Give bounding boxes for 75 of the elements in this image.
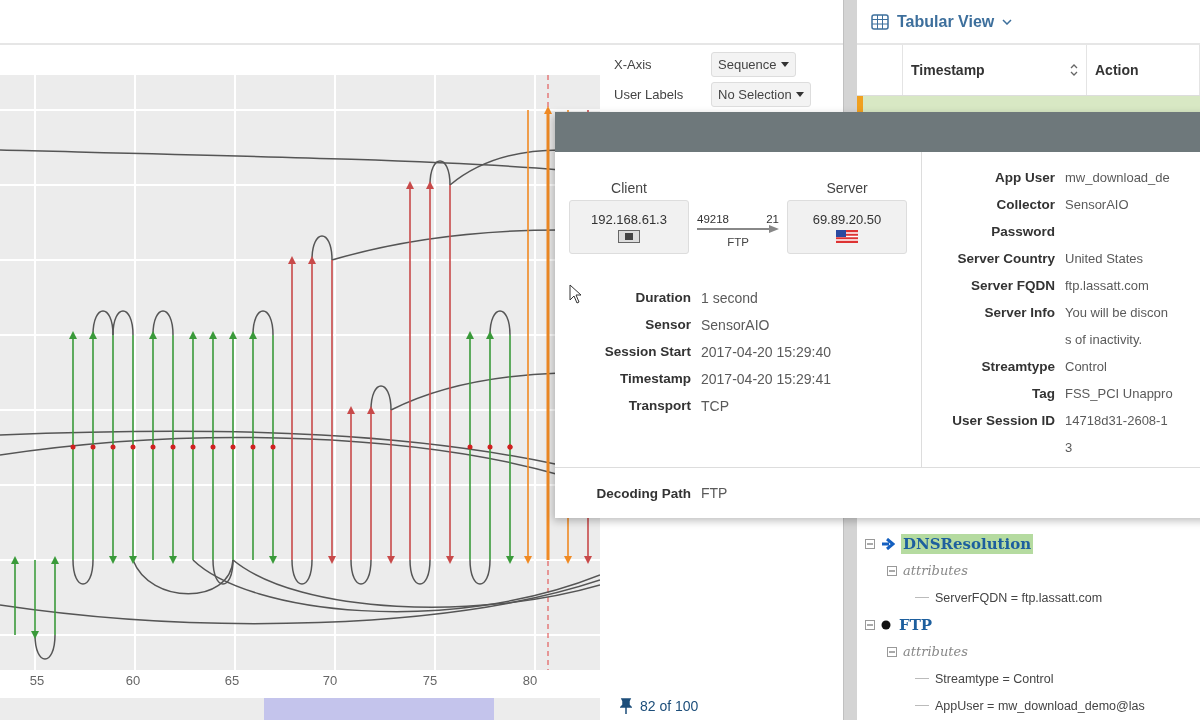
field-value: United States	[1065, 250, 1144, 268]
flag-icon	[836, 229, 858, 243]
field-label: Session Start	[603, 344, 692, 359]
field-label: Streamtype	[980, 358, 1056, 376]
control-label: X-Axis	[614, 56, 653, 72]
tree-node[interactable]: FTP	[897, 614, 935, 635]
tree-node[interactable]: DNSResolution	[901, 533, 1034, 554]
field-label: Server Country	[956, 250, 1056, 268]
field-label: Duration	[634, 290, 692, 305]
field-value: 2017-04-20 15:29:41	[701, 370, 831, 387]
field-value: ftp.lassatt.com	[1065, 277, 1149, 295]
unknown-flag-icon	[618, 229, 640, 243]
bullet-icon	[881, 619, 891, 630]
mouse-pointer-icon	[569, 284, 583, 304]
collapse-icon[interactable]	[865, 538, 875, 549]
field-value: 2017-04-20 15:29:40	[701, 343, 831, 360]
page-count: 82 of 100	[640, 698, 699, 714]
field-value: SensorAIO	[1065, 196, 1129, 214]
collapse-icon[interactable]	[887, 646, 897, 657]
field-label: Collector	[995, 196, 1056, 214]
field-value: TCP	[701, 397, 729, 414]
protocol-label: FTP	[727, 236, 749, 248]
axis-tick-label: 70	[322, 673, 338, 688]
ip-address: 69.89.20.50	[812, 211, 882, 227]
sort-icon	[1070, 63, 1078, 77]
connection-arrow-icon	[697, 225, 779, 233]
chevron-icon	[1002, 18, 1013, 25]
ip-address: 192.168.61.3	[591, 211, 667, 227]
table-icon	[871, 13, 889, 30]
field-label: Decoding Path	[595, 485, 692, 501]
field-value: FTP	[701, 485, 728, 501]
field-label: Password	[990, 223, 1056, 241]
field-label: Server Info	[983, 304, 1056, 322]
axis-tick-label: 55	[29, 673, 45, 688]
pin-icon	[620, 698, 632, 714]
field-label: Sensor	[644, 317, 692, 332]
field-value: mw_download_de	[1065, 169, 1170, 187]
field-label: Tag	[1031, 385, 1056, 403]
tree-group-label[interactable]: attributes	[903, 644, 968, 659]
collapse-icon[interactable]	[887, 565, 897, 576]
field-label: App User	[994, 169, 1056, 187]
column-header[interactable]: Action	[1087, 45, 1200, 95]
dropdown[interactable]: Sequence	[711, 51, 796, 77]
attribute-item[interactable]: Streamtype = Control	[935, 671, 1054, 686]
axis-tick-label: 75	[422, 673, 438, 688]
control-label: User Labels	[614, 86, 685, 102]
axis-tick-label: 65	[224, 673, 240, 688]
caret-icon	[780, 61, 789, 67]
tree-group-label[interactable]: attributes	[903, 563, 968, 578]
endpoint-label: Client	[611, 180, 647, 196]
port-number: 49218	[697, 213, 729, 225]
endpoint-label: Server	[826, 180, 868, 196]
axis-tick-label: 60	[125, 673, 141, 688]
field-label: Timestamp	[618, 371, 692, 386]
field-value: 14718d31-2608-1	[1065, 412, 1168, 430]
axis-tick-label: 80	[522, 673, 538, 688]
collapse-icon[interactable]	[865, 619, 875, 630]
port-number: 21	[766, 213, 779, 225]
field-label: Server FQDN	[969, 277, 1056, 295]
field-value: SensorAIO	[701, 316, 770, 333]
dropdown[interactable]: No Selection	[711, 81, 811, 107]
field-value: 3	[1065, 439, 1074, 457]
field-value: You will be discon	[1065, 304, 1168, 322]
caret-icon	[795, 91, 804, 97]
attribute-item[interactable]: ServerFQDN = ftp.lassatt.com	[935, 590, 1103, 605]
tabular-view-dropdown[interactable]: Tabular View	[871, 12, 1013, 31]
field-value: s of inactivity.	[1065, 331, 1144, 349]
field-value: Control	[1065, 358, 1107, 376]
field-label: Transport	[627, 398, 692, 413]
column-header[interactable]: Timestamp	[903, 45, 1087, 95]
field-value: FSS_PCI Unappro	[1065, 385, 1173, 403]
arrow-icon	[881, 537, 895, 550]
field-value: 1 second	[701, 289, 758, 306]
field-label: User Session ID	[951, 412, 1056, 430]
attribute-item[interactable]: AppUser = mw_download_demo@las	[935, 698, 1145, 713]
